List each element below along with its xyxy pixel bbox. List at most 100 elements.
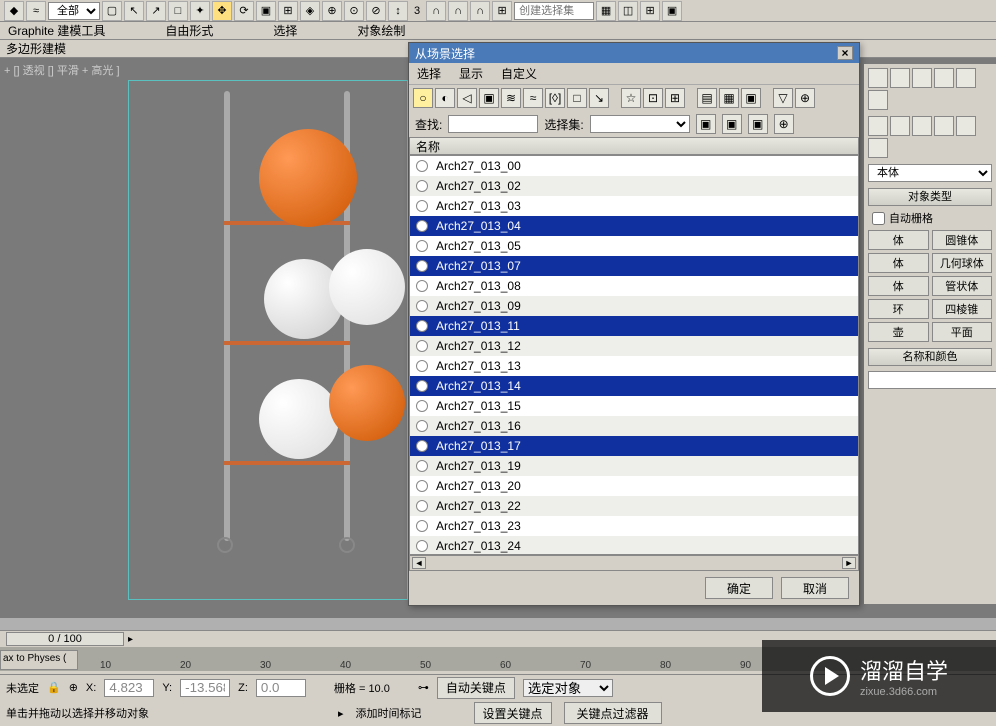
dialog-menu-customize[interactable]: 自定义: [501, 65, 537, 82]
torus-button[interactable]: 环: [868, 299, 929, 319]
name-color-header[interactable]: 名称和颜色: [868, 348, 992, 366]
cancel-button[interactable]: 取消: [781, 577, 849, 599]
tube-button[interactable]: 管状体: [932, 276, 993, 296]
tool-icon[interactable]: ⊞: [492, 1, 512, 21]
tool-icon[interactable]: ⊞: [640, 1, 660, 21]
tool-icon[interactable]: ⊞: [278, 1, 298, 21]
key-icon[interactable]: ⊶: [418, 681, 429, 694]
tool-icon[interactable]: ∩: [426, 1, 446, 21]
list-item[interactable]: Arch27_013_19: [410, 456, 858, 476]
dialog-menu-select[interactable]: 选择: [417, 65, 441, 82]
settings-icon[interactable]: ⊕: [795, 88, 815, 108]
selection-set-input[interactable]: [514, 2, 594, 20]
autokey-button[interactable]: 自动关键点: [437, 677, 515, 699]
tool-icon[interactable]: ↗: [146, 1, 166, 21]
list-item[interactable]: Arch27_013_07: [410, 256, 858, 276]
tool-icon[interactable]: ∩: [470, 1, 490, 21]
tool-icon[interactable]: ✦: [190, 1, 210, 21]
tool-icon[interactable]: ▦: [596, 1, 616, 21]
move-icon[interactable]: ✥: [212, 1, 232, 21]
tool-icon[interactable]: □: [168, 1, 188, 21]
list-item[interactable]: Arch27_013_05: [410, 236, 858, 256]
list-item[interactable]: Arch27_013_03: [410, 196, 858, 216]
list-item[interactable]: Arch27_013_13: [410, 356, 858, 376]
filter-xrefs-icon[interactable]: □: [567, 88, 587, 108]
autogrid-checkbox[interactable]: 自动栅格: [868, 210, 992, 226]
tool-icon[interactable]: ⊘: [366, 1, 386, 21]
tag-icon[interactable]: ▸: [338, 707, 344, 720]
view-icon[interactable]: ▣: [741, 88, 761, 108]
helpers-icon[interactable]: [956, 116, 976, 136]
view-list-icon[interactable]: ▤: [697, 88, 717, 108]
menu-graphite[interactable]: Graphite 建模工具: [8, 22, 105, 39]
setkey-button[interactable]: 设置关键点: [474, 702, 552, 724]
list-item[interactable]: Arch27_013_14: [410, 376, 858, 396]
x-input[interactable]: [104, 679, 154, 697]
hierarchy-tab-icon[interactable]: [912, 68, 932, 88]
modify-tab-icon[interactable]: [890, 68, 910, 88]
timeline-arrow-icon[interactable]: ▸: [128, 634, 133, 645]
tool-icon[interactable]: ◫: [618, 1, 638, 21]
dialog-titlebar[interactable]: 从场景选择 ×: [409, 43, 859, 63]
sphere-button[interactable]: 体: [868, 253, 929, 273]
list-item[interactable]: Arch27_013_00: [410, 156, 858, 176]
ok-button[interactable]: 确定: [705, 577, 773, 599]
add-timetag-label[interactable]: 添加时间标记: [356, 705, 422, 721]
selection-set-dropdown[interactable]: [590, 115, 690, 133]
tool-icon[interactable]: ▣: [256, 1, 276, 21]
scroll-right-icon[interactable]: ►: [842, 557, 856, 569]
list-item[interactable]: Arch27_013_02: [410, 176, 858, 196]
plane-button[interactable]: 平面: [932, 322, 993, 342]
list-item[interactable]: Arch27_013_24: [410, 536, 858, 555]
set-tool-icon[interactable]: ⊕: [774, 114, 794, 134]
filter-groups-icon[interactable]: [◊]: [545, 88, 565, 108]
scroll-left-icon[interactable]: ◄: [412, 557, 426, 569]
filter-lights-icon[interactable]: ◁: [457, 88, 477, 108]
list-item[interactable]: Arch27_013_23: [410, 516, 858, 536]
search-input[interactable]: [448, 115, 538, 133]
pyramid-button[interactable]: 四棱锥: [932, 299, 993, 319]
view-tree-icon[interactable]: ▦: [719, 88, 739, 108]
lights-icon[interactable]: [912, 116, 932, 136]
list-item[interactable]: Arch27_013_16: [410, 416, 858, 436]
list-item[interactable]: Arch27_013_22: [410, 496, 858, 516]
menu-object-paint[interactable]: 对象绘制: [357, 22, 405, 39]
select-none-icon[interactable]: ⊡: [643, 88, 663, 108]
select-all-icon[interactable]: ☆: [621, 88, 641, 108]
tool-icon[interactable]: ≈: [26, 1, 46, 21]
spacewarps-icon[interactable]: [868, 138, 888, 158]
filter-shapes-icon[interactable]: ◐: [435, 88, 455, 108]
keyfilter-button[interactable]: 关键点过滤器: [564, 702, 662, 724]
filter-bone-icon[interactable]: ↘: [589, 88, 609, 108]
cameras-icon[interactable]: [934, 116, 954, 136]
list-item[interactable]: Arch27_013_12: [410, 336, 858, 356]
y-input[interactable]: [180, 679, 230, 697]
timeline-handle[interactable]: 0 / 100: [6, 632, 124, 646]
tool-icon[interactable]: ◆: [4, 1, 24, 21]
primitive-dropdown[interactable]: 本体: [868, 164, 992, 182]
key-target-dropdown[interactable]: 选定对象: [523, 679, 613, 697]
tool-icon[interactable]: ⊙: [344, 1, 364, 21]
list-item[interactable]: Arch27_013_04: [410, 216, 858, 236]
list-item[interactable]: Arch27_013_11: [410, 316, 858, 336]
list-item[interactable]: Arch27_013_08: [410, 276, 858, 296]
display-tab-icon[interactable]: [956, 68, 976, 88]
close-icon[interactable]: ×: [837, 46, 853, 60]
menu-selection[interactable]: 选择: [273, 22, 297, 39]
tool-icon[interactable]: ▢: [102, 1, 122, 21]
select-invert-icon[interactable]: ⊞: [665, 88, 685, 108]
filter-spacewarps-icon[interactable]: ≈: [523, 88, 543, 108]
list-item[interactable]: Arch27_013_20: [410, 476, 858, 496]
motion-tab-icon[interactable]: [934, 68, 954, 88]
lock-icon[interactable]: 🔒: [47, 681, 61, 694]
tool-icon[interactable]: ∩: [448, 1, 468, 21]
list-item[interactable]: Arch27_013_09: [410, 296, 858, 316]
list-item[interactable]: Arch27_013_17: [410, 436, 858, 456]
box-button[interactable]: 体: [868, 230, 929, 250]
mode-icon[interactable]: ⊕: [69, 681, 78, 694]
object-list[interactable]: Arch27_013_00Arch27_013_02Arch27_013_03A…: [409, 155, 859, 555]
cylinder-button[interactable]: 体: [868, 276, 929, 296]
cone-button[interactable]: 圆锥体: [932, 230, 993, 250]
filter-icon[interactable]: ▽: [773, 88, 793, 108]
utilities-tab-icon[interactable]: [868, 90, 888, 110]
